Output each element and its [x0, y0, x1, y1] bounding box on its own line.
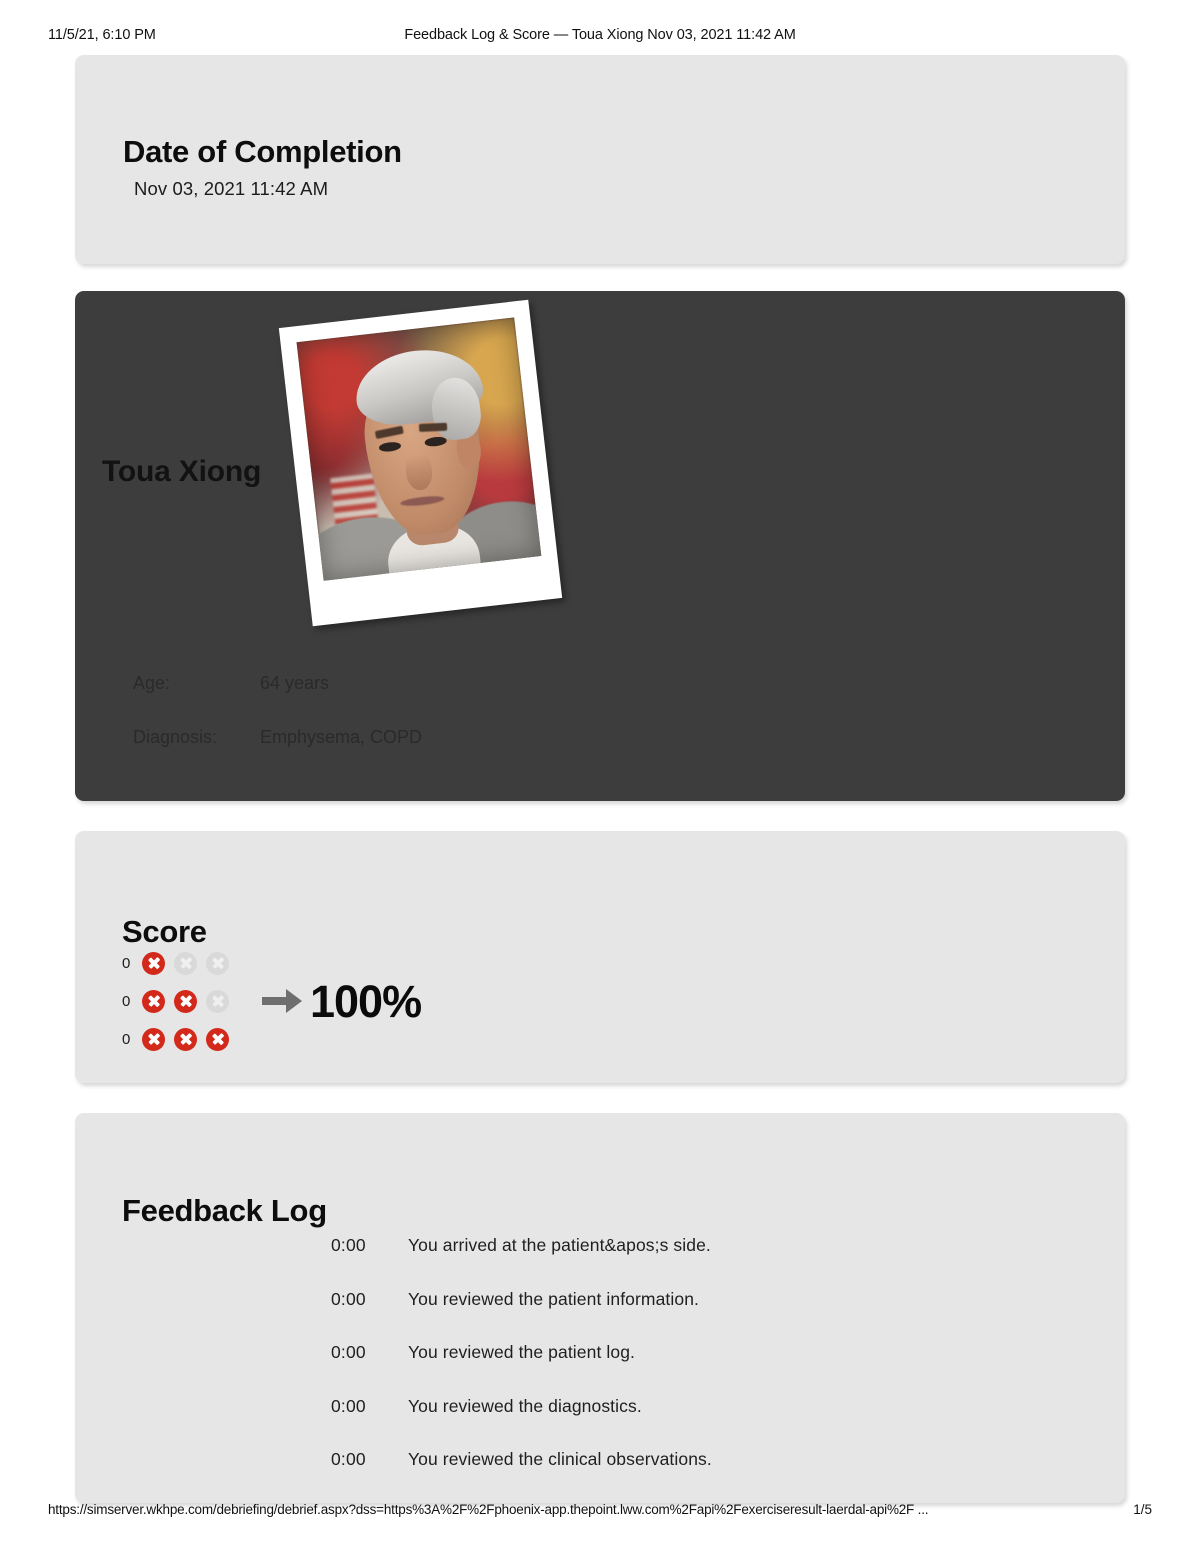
patient-meta-row: Age: 64 years [133, 656, 422, 710]
score-mark-icon [206, 989, 229, 1013]
log-timestamp: 0:00 [331, 1235, 366, 1255]
patient-diagnosis-label: Diagnosis: [133, 727, 218, 747]
score-mark-icon [174, 951, 197, 975]
list-item: 0:00 You reviewed the diagnostics. [331, 1396, 1091, 1450]
score-mark-icon [142, 951, 165, 975]
log-message: You reviewed the diagnostics. [408, 1395, 642, 1416]
patient-age-label: Age: [133, 673, 171, 693]
patient-portrait-image [296, 317, 542, 581]
date-of-completion-value: Nov 03, 2021 11:42 AM [134, 178, 329, 199]
score-row-count: 0 [122, 992, 131, 1010]
date-of-completion-title: Date of Completion [123, 133, 402, 169]
log-message: You arrived at the patient&apos;s side. [408, 1235, 711, 1255]
log-message: You reviewed the clinical observations. [408, 1449, 712, 1469]
score-row-count: 0 [122, 1030, 131, 1048]
patient-meta: Age: 64 years Diagnosis: Emphysema, COPD [133, 656, 422, 764]
list-item: 0:00 You reviewed the patient log. [331, 1342, 1091, 1396]
score-grid: 0 0 0 [122, 944, 238, 1058]
score-mark-icon [206, 951, 229, 975]
score-row: 0 [122, 1020, 238, 1058]
feedback-log-list: 0:00 You arrived at the patient&apos;s s… [331, 1235, 1091, 1503]
score-card: Score 0 0 0 100% [75, 831, 1125, 1083]
log-timestamp: 0:00 [331, 1395, 366, 1416]
score-mark-icon [174, 989, 197, 1013]
score-body: 0 0 0 100% [122, 944, 422, 1058]
score-row-count: 0 [122, 954, 131, 972]
score-mark-icon [142, 1027, 165, 1051]
date-of-completion-card: Date of Completion Nov 03, 2021 11:42 AM [75, 55, 1125, 264]
feedback-log-card: Feedback Log 0:00 You arrived at the pat… [75, 1113, 1125, 1503]
log-timestamp: 0:00 [331, 1342, 366, 1362]
patient-age-value: 64 years [260, 673, 330, 693]
score-mark-icon [206, 1027, 229, 1051]
log-message: You reviewed the patient information. [408, 1288, 700, 1309]
arrow-right-icon [260, 986, 304, 1016]
print-source-url: https://simserver.wkhpe.com/debriefing/d… [48, 1502, 929, 1517]
score-row: 0 [122, 982, 238, 1020]
score-mark-icon [174, 1027, 197, 1051]
score-row: 0 [122, 944, 238, 982]
patient-name: Toua Xiong [102, 455, 262, 488]
portrait-vignette [297, 317, 542, 580]
log-timestamp: 0:00 [331, 1449, 366, 1469]
feedback-log-title: Feedback Log [122, 1192, 327, 1228]
list-item: 0:00 You reviewed the clinical observati… [331, 1449, 1091, 1503]
list-item: 0:00 You reviewed the patient informatio… [331, 1289, 1091, 1343]
log-message: You reviewed the patient log. [408, 1342, 635, 1362]
patient-portrait-polaroid [278, 299, 563, 627]
print-page-number: 1/5 [1133, 1502, 1152, 1517]
log-timestamp: 0:00 [331, 1288, 366, 1309]
print-header: 11/5/21, 6:10 PM Feedback Log & Score — … [0, 27, 1200, 49]
print-footer: https://simserver.wkhpe.com/debriefing/d… [0, 1502, 1200, 1522]
print-title: Feedback Log & Score — Toua Xiong Nov 03… [404, 27, 796, 43]
patient-card: Toua Xiong Age: 64 years Diagnosis: Emph… [75, 291, 1125, 801]
patient-diagnosis-value: Emphysema, COPD [260, 727, 423, 747]
patient-meta-row: Diagnosis: Emphysema, COPD [133, 710, 422, 764]
list-item: 0:00 You arrived at the patient&apos;s s… [331, 1235, 1091, 1289]
score-percent: 100% [310, 975, 422, 1027]
score-mark-icon [142, 989, 165, 1013]
